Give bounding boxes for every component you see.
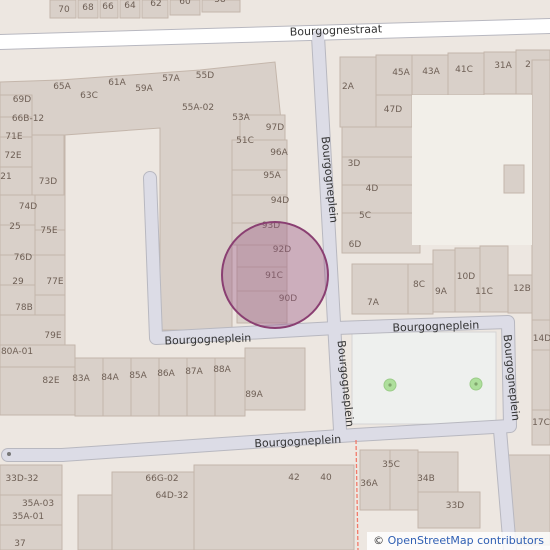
house-number: 77E — [46, 277, 63, 287]
house-number: 53A — [232, 113, 250, 123]
house-number: 73D — [39, 177, 57, 187]
house-number: 7A — [367, 298, 380, 308]
house-number: 63C — [80, 91, 98, 101]
house-number: 60 — [179, 0, 191, 7]
house-number: 35C — [382, 460, 400, 470]
house-number: 58 — [214, 0, 226, 5]
house-number: 10D — [457, 272, 475, 282]
house-number: 12B — [513, 284, 531, 294]
house-number: 55A-02 — [182, 103, 214, 113]
house-number: 25 — [9, 222, 20, 232]
house-number: 97D — [266, 123, 284, 133]
house-number: 86A — [157, 369, 175, 379]
house-number: 35A-03 — [22, 499, 54, 509]
house-number: 41C — [455, 65, 473, 75]
house-number: 31A — [494, 61, 512, 71]
house-number: 17C — [532, 418, 550, 428]
house-number: 47D — [384, 105, 402, 115]
house-number: 37 — [14, 539, 25, 549]
house-number: 21 — [0, 172, 11, 182]
house-number: 43A — [422, 67, 440, 77]
house-number: 83A — [72, 374, 90, 384]
house-number: 35A-01 — [12, 512, 44, 522]
house-number: 69D — [13, 95, 31, 105]
map-canvas: Bourgognestraat Bourgogneplein Bourgogne… — [0, 0, 550, 550]
house-number: 45A — [392, 68, 410, 78]
house-number: 33D-32 — [5, 474, 38, 484]
house-number: 36A — [360, 479, 378, 489]
location-marker[interactable] — [221, 221, 329, 329]
house-number: 95A — [263, 171, 281, 181]
house-number: 3D — [348, 159, 361, 169]
house-number: 85A — [129, 371, 147, 381]
house-number: 94D — [271, 196, 289, 206]
house-number: 89A — [245, 390, 263, 400]
house-number: 42 — [288, 473, 299, 483]
house-number: 76D — [14, 253, 32, 263]
house-number: 59A — [135, 84, 153, 94]
attribution: © OpenStreetMap contributors — [367, 532, 550, 550]
house-number: 66G-02 — [145, 474, 178, 484]
house-number: 57A — [162, 74, 180, 84]
house-number: 78B — [15, 303, 33, 313]
copyright-symbol: © — [373, 534, 385, 547]
house-number: 82E — [42, 376, 59, 386]
house-number: 14D — [533, 334, 550, 344]
house-number: 2A — [342, 82, 355, 92]
house-number: 62 — [150, 0, 161, 9]
house-number: 87A — [185, 367, 203, 377]
courtyard-building — [503, 164, 525, 194]
house-number: 2 — [525, 60, 531, 70]
attribution-link[interactable]: OpenStreetMap contributors — [388, 534, 544, 547]
house-number: 88A — [213, 365, 231, 375]
house-number: 70 — [58, 5, 70, 15]
house-number: 4D — [366, 184, 379, 194]
house-number: 55D — [196, 71, 214, 81]
house-number: 72E — [4, 151, 21, 161]
house-number: 84A — [101, 373, 119, 383]
house-number: 96A — [270, 148, 288, 158]
house-number: 40 — [320, 473, 332, 483]
house-number: 33D — [446, 501, 464, 511]
house-number: 5C — [359, 211, 371, 221]
house-number: 29 — [12, 277, 24, 287]
house-number: 80A-01 — [1, 347, 33, 357]
house-number: 61A — [108, 78, 126, 88]
house-number: 11C — [475, 287, 493, 297]
house-number: 6D — [349, 240, 362, 250]
house-number: 71E — [5, 132, 22, 142]
house-number: 34B — [417, 474, 435, 484]
house-number: 66B-12 — [12, 114, 44, 124]
house-number: 66 — [102, 2, 114, 12]
map-view[interactable]: Bourgognestraat Bourgogneplein Bourgogne… — [0, 0, 550, 550]
house-number: 68 — [82, 3, 94, 13]
house-number: 75E — [40, 226, 57, 236]
house-number: 9A — [435, 287, 448, 297]
house-number: 64 — [124, 1, 136, 11]
house-number: 64D-32 — [155, 491, 188, 501]
house-number: 65A — [53, 82, 71, 92]
house-number: 51C — [236, 136, 254, 146]
house-number: 79E — [44, 331, 61, 341]
house-number: 8C — [413, 280, 425, 290]
road-end-marker — [7, 452, 11, 456]
house-number: 74D — [19, 202, 37, 212]
